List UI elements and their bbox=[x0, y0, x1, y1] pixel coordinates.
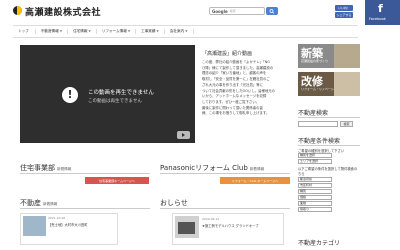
condition-instruction-2: 以下ご希望の条件を選択して物件検索の bbox=[298, 167, 358, 171]
kind-select[interactable]: 種別 bbox=[298, 189, 332, 194]
divider bbox=[20, 208, 150, 209]
news-card[interactable]: 2020.09.12 ★施工例モデルハウス グランドオープ bbox=[172, 213, 284, 245]
layout-select[interactable]: 間取り bbox=[298, 207, 332, 212]
news-section-title: おしらせ bbox=[160, 199, 188, 207]
search-icon bbox=[269, 8, 275, 14]
company-name[interactable]: 高瀬建設株式会社 bbox=[25, 5, 101, 18]
nav-item-housing[interactable]: 住宅情報▼ bbox=[68, 29, 97, 34]
house-photo bbox=[334, 44, 360, 68]
banner-new-build[interactable]: 新築 高瀬建設の家づくり bbox=[298, 44, 360, 68]
nav-item-works[interactable]: 工事実績▼ bbox=[136, 29, 165, 34]
video-error-message: この動画を再生できません bbox=[88, 90, 154, 96]
condition-search-heading: 不動産条件検索 bbox=[298, 138, 341, 145]
divider bbox=[298, 145, 360, 146]
card-date: 2020.09.12 bbox=[202, 217, 220, 221]
price-select[interactable]: 価格 bbox=[298, 195, 332, 200]
size-select[interactable]: 面積 bbox=[298, 201, 332, 206]
facebook-like-button[interactable]: いいね！ bbox=[335, 5, 353, 11]
type-select[interactable]: 種別を選択 bbox=[298, 153, 332, 158]
realestate-card[interactable]: 2021.10.26 【売土地】大村市大川田町 bbox=[20, 213, 118, 245]
search-button[interactable] bbox=[266, 7, 278, 15]
realestate-search-button[interactable]: 検索 bbox=[340, 121, 353, 127]
chevron-down-icon: ▼ bbox=[185, 29, 188, 33]
divider bbox=[160, 173, 290, 174]
house-image bbox=[178, 222, 195, 234]
property-photo bbox=[23, 216, 46, 236]
search-input[interactable]: Google 検索 bbox=[209, 7, 265, 15]
facebook-share-button[interactable]: シェアする bbox=[335, 12, 353, 18]
search-placeholder: 検索 bbox=[229, 9, 236, 13]
nav-item-realestate[interactable]: 不動産情報▼ bbox=[36, 29, 69, 34]
city-select[interactable]: 市区町村 bbox=[298, 183, 332, 188]
nav-item-company[interactable]: 会社案内▼ bbox=[165, 29, 194, 34]
logo-icon[interactable] bbox=[13, 6, 22, 15]
housing-section-title: 住宅事業部 新着情報 bbox=[20, 164, 72, 172]
condition-instruction-3: ちら bbox=[298, 172, 305, 176]
youtube-icon[interactable] bbox=[177, 131, 190, 139]
divider bbox=[160, 208, 290, 209]
realestate-section-title: 不動産 新着情報 bbox=[20, 199, 58, 207]
banner-subtitle: 高瀬建設の家づくり bbox=[301, 59, 329, 63]
facebook-label: Facebook bbox=[369, 17, 386, 21]
chevron-down-icon: ▼ bbox=[59, 29, 63, 33]
google-brand: Google bbox=[212, 8, 228, 14]
interior-photo bbox=[334, 72, 360, 96]
card-title[interactable]: 【売土地】大村市大川田町 bbox=[48, 222, 88, 227]
main-nav: トップ 不動産情報▼ 住宅情報▼ リフォーム情報▼ 工事実績▼ 会社案内▼ bbox=[13, 25, 358, 38]
card-date: 2021.10.26 bbox=[48, 216, 66, 220]
banner-reform[interactable]: 改修 リフォーム・リノベーション bbox=[298, 72, 360, 96]
nav-item-top[interactable]: トップ bbox=[13, 29, 36, 34]
panasonic-section-title: Panasonicリフォーム Club 新着情報 bbox=[160, 164, 265, 172]
category-heading: 不動産カテゴリ bbox=[298, 240, 341, 247]
facebook-icon: f bbox=[378, 2, 383, 15]
intro-text: この度、弊社の紹介動画を「よかテレ」「NG び隊」様にて製作して頂きました。高瀬建… bbox=[202, 60, 276, 116]
realestate-search-heading: 不動産検索 bbox=[298, 110, 329, 117]
intro-title: 「高瀬建設」紹介動画 bbox=[202, 51, 253, 57]
area-select[interactable]: エリアを選択 bbox=[298, 159, 332, 164]
divider bbox=[298, 117, 360, 118]
prefecture-select[interactable]: 都道府県 bbox=[298, 177, 332, 182]
video-error-submessage: この動画は再生できません bbox=[88, 99, 142, 104]
facebook-link[interactable]: f Facebook bbox=[365, 0, 400, 25]
nav-item-reform[interactable]: リフォーム情報▼ bbox=[97, 29, 137, 34]
divider bbox=[20, 173, 150, 174]
reform-club-homepage-button[interactable]: リフォーム・Club ホームページへ bbox=[220, 177, 290, 184]
housing-homepage-button[interactable]: 住宅事業部ホームページへ bbox=[85, 177, 149, 184]
realestate-search-input[interactable] bbox=[298, 121, 338, 127]
chevron-down-icon: ▼ bbox=[127, 29, 131, 33]
chevron-down-icon: ▼ bbox=[88, 29, 91, 33]
card-title[interactable]: ★施工例モデルハウス グランドオープ bbox=[202, 223, 259, 228]
chevron-down-icon: ▼ bbox=[156, 29, 159, 33]
alert-icon: ! bbox=[62, 87, 78, 103]
